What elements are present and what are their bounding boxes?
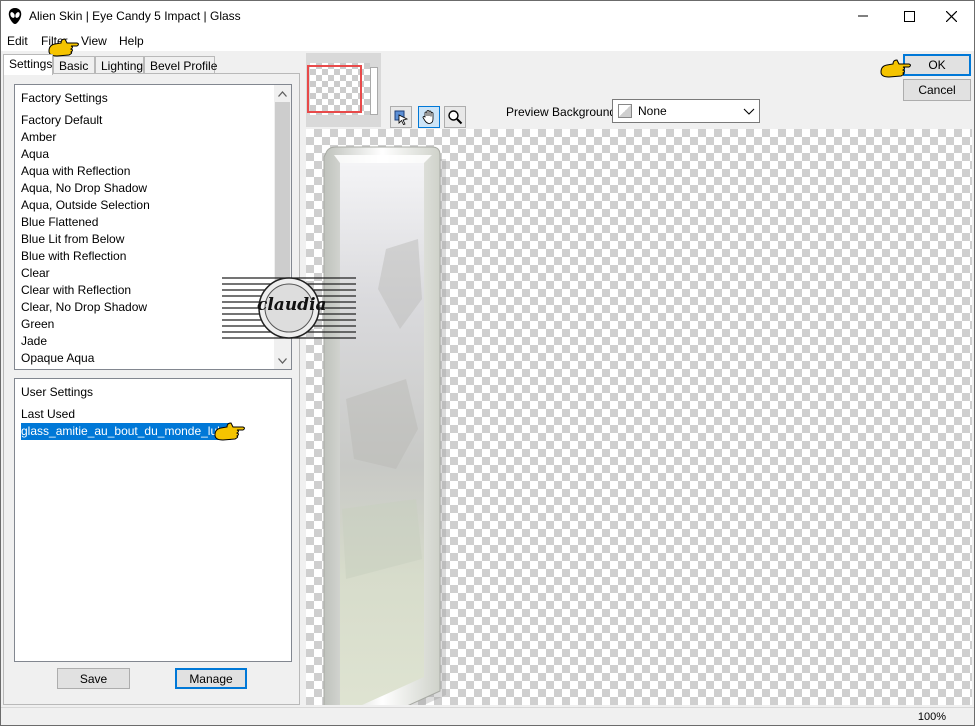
pointing-hand-icon (214, 422, 245, 441)
minimize-icon (858, 15, 868, 17)
hand-icon (422, 110, 434, 124)
scroll-thumb[interactable] (275, 102, 290, 287)
preview-background-value: None (638, 104, 667, 118)
scroll-up-button[interactable] (274, 85, 291, 102)
factory-preset-item[interactable]: Blue Lit from Below (21, 231, 152, 248)
menu-view[interactable]: View (81, 34, 107, 48)
user-preset-item-selected[interactable]: glass_amitie_au_bout_du_monde_lulu (21, 423, 231, 440)
maximize-icon (903, 10, 915, 22)
preview-area: Preview Background: None OK Cancel (304, 51, 974, 707)
pan-icon (394, 110, 409, 125)
factory-preset-item[interactable]: Blue Flattened (21, 214, 152, 231)
settings-panel: Settings Basic Lighting Bevel Profile Fa… (1, 51, 303, 707)
factory-preset-item[interactable]: Aqua, Outside Selection (21, 197, 152, 214)
magnifier-icon (448, 110, 463, 125)
factory-preset-item[interactable]: Aqua (21, 146, 152, 163)
close-button[interactable] (928, 1, 974, 31)
navigator-thumbnail[interactable] (306, 53, 381, 127)
minimize-button[interactable] (840, 1, 886, 31)
manage-button[interactable]: Manage (175, 668, 247, 689)
status-bar: 100% (1, 707, 974, 725)
tab-settings[interactable]: Settings (3, 54, 53, 75)
factory-settings-header: Factory Settings (21, 91, 108, 105)
preview-background-select[interactable]: None (612, 99, 760, 123)
zoom-level: 100% (917, 711, 946, 723)
factory-preset-item[interactable]: Clear with Reflection (21, 282, 152, 299)
factory-preset-item[interactable]: Clear, No Drop Shadow (21, 299, 152, 316)
navigator-strip (370, 67, 378, 115)
hand-tool-button[interactable] (418, 106, 440, 128)
factory-preset-item[interactable]: Green (21, 316, 152, 333)
navigator-viewport[interactable] (307, 65, 362, 113)
settings-tab-body: Factory Settings Factory Default Amber Aqu… (3, 73, 300, 705)
factory-preset-item[interactable]: Factory Default (21, 112, 152, 129)
preview-background-label: Preview Background: (506, 105, 620, 119)
factory-preset-item[interactable]: Aqua with Reflection (21, 163, 152, 180)
user-settings-header: User Settings (21, 385, 94, 399)
factory-preset-item[interactable]: Blue with Reflection (21, 248, 152, 265)
factory-preset-item[interactable]: Aqua, No Drop Shadow (21, 180, 152, 197)
user-preset-item[interactable]: Last Used (21, 406, 231, 423)
window-title: Alien Skin | Eye Candy 5 Impact | Glass (29, 9, 241, 23)
close-icon (945, 10, 957, 22)
maximize-button[interactable] (886, 1, 932, 31)
menu-bar: Edit Filter View Help (1, 31, 974, 51)
factory-preset-item[interactable]: Opaque Aqua (21, 350, 152, 367)
preview-canvas[interactable] (306, 129, 972, 705)
menu-help[interactable]: Help (119, 34, 144, 48)
pointing-hand-icon (880, 59, 911, 78)
cancel-button[interactable]: Cancel (903, 79, 971, 101)
alien-head-icon (8, 8, 22, 24)
factory-preset-item[interactable]: Amber (21, 129, 152, 146)
claudia-watermark: claudia (222, 275, 356, 341)
user-settings-list[interactable]: User Settings Last Used glass_amitie_au_b… (14, 378, 292, 662)
ok-button[interactable]: OK (903, 54, 971, 76)
background-swatch-icon (618, 104, 632, 118)
factory-settings-items: Factory Default Amber Aqua Aqua with Reflec… (21, 112, 152, 367)
factory-preset-item[interactable]: Jade (21, 333, 152, 350)
factory-preset-item[interactable]: Clear (21, 265, 152, 282)
chevron-down-icon (278, 357, 287, 364)
title-bar: Alien Skin | Eye Candy 5 Impact | Glass (1, 1, 974, 31)
user-settings-items: Last Used glass_amitie_au_bout_du_monde_l… (21, 406, 231, 440)
save-button[interactable]: Save (57, 668, 130, 689)
chevron-up-icon (278, 90, 287, 97)
pan-tool-button[interactable] (390, 106, 412, 128)
eye-candy-window: Alien Skin | Eye Candy 5 Impact | Glass … (0, 0, 975, 726)
chevron-down-icon (743, 108, 755, 115)
scroll-down-button[interactable] (274, 352, 291, 369)
glass-effect-preview (323, 146, 446, 705)
menu-edit[interactable]: Edit (7, 34, 28, 48)
watermark-text: claudia (257, 295, 327, 315)
zoom-tool-button[interactable] (444, 106, 466, 128)
